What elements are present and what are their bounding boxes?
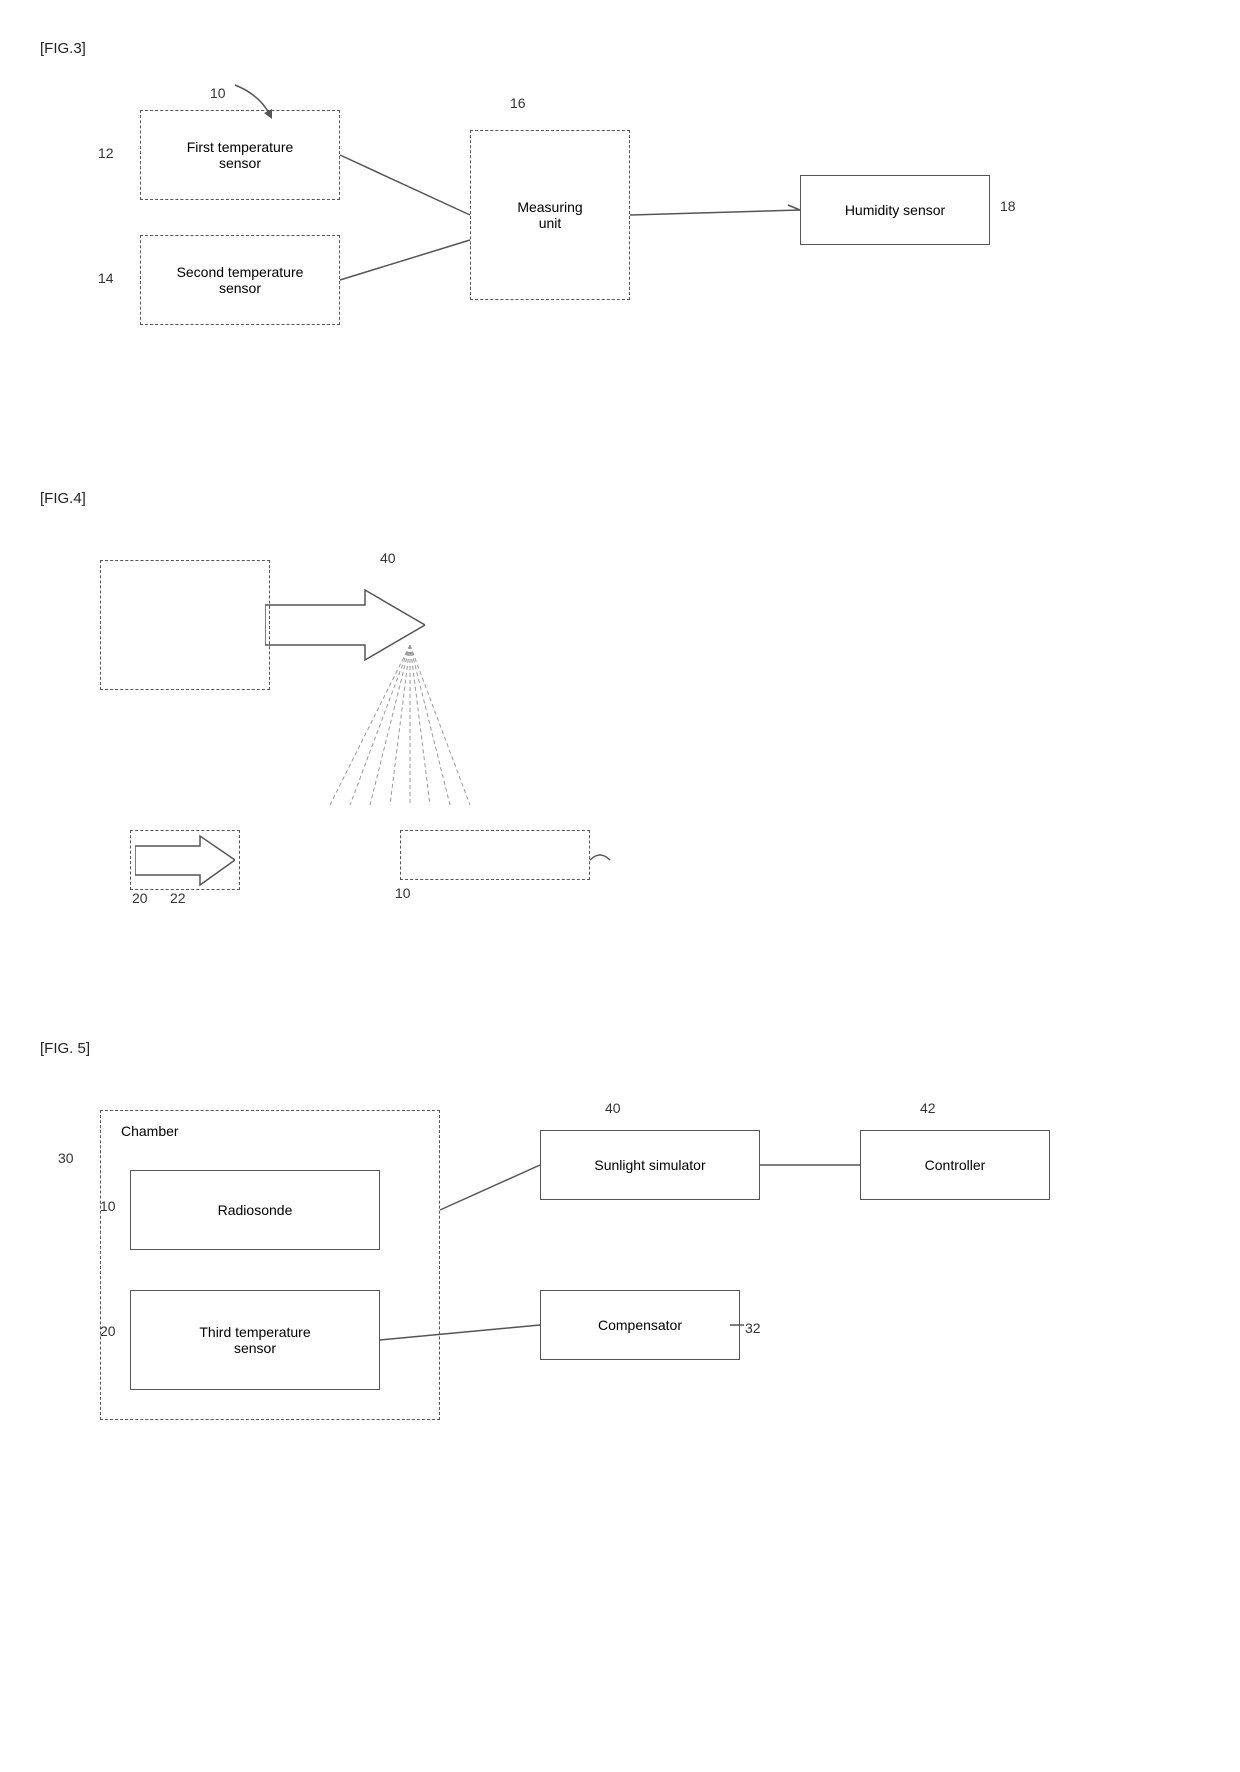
fig5-ref32: 32 [745,1320,761,1336]
controller-box: Controller [860,1130,1050,1200]
radiosonde-box: Radiosonde [130,1170,380,1250]
first-temp-sensor-box: First temperature sensor [140,110,340,200]
compensator-box: Compensator [540,1290,740,1360]
fig4-section: [FIG.4] 40 20 22 10 [40,490,1200,1010]
radiosonde-label: Radiosonde [218,1202,293,1218]
controller-label: Controller [925,1157,986,1173]
fig4-ref10: 10 [395,885,411,901]
fig3-ref12: 12 [98,145,114,161]
fig3-section: [FIG.3] 10 12 First temperature sensor 1… [40,40,1200,470]
sunlight-sim-box: Sunlight simulator [540,1130,760,1200]
humidity-sensor-label: Humidity sensor [845,202,945,218]
fig4-fan-lines [310,645,510,805]
fig5-ref40: 40 [605,1100,621,1116]
fig3-ref14: 14 [98,270,114,286]
fig3-ref16: 16 [510,95,526,111]
compensator-label: Compensator [598,1317,682,1333]
fig5-section: [FIG. 5] 30 Chamber 10 Radiosonde 20 Thi… [40,1040,1200,1740]
fig4-ref40: 40 [380,550,396,566]
fig4-target-box [400,830,590,880]
fig5-ref20: 20 [100,1323,116,1339]
sunlight-sim-label: Sunlight simulator [594,1157,705,1173]
fig4-source-box [100,560,270,690]
fig5-ref30: 30 [58,1150,74,1166]
humidity-sensor-box: Humidity sensor [800,175,990,245]
third-temp-sensor-box: Third temperature sensor [130,1290,380,1390]
fig4-ref20: 20 [132,890,148,906]
third-temp-sensor-label: Third temperature sensor [199,1324,310,1356]
fig4-reflector-box [130,830,240,890]
fig5-ref42: 42 [920,1100,936,1116]
second-temp-sensor-label: Second temperature sensor [177,264,304,296]
first-temp-sensor-label: First temperature sensor [187,139,294,171]
fig5-label: [FIG. 5] [40,1040,90,1057]
measuring-unit-box: Measuring unit [470,130,630,300]
fig5-ref10: 10 [100,1198,116,1214]
fig3-label: [FIG.3] [40,40,86,57]
second-temp-sensor-box: Second temperature sensor [140,235,340,325]
fig3-ref18: 18 [1000,198,1016,214]
fig4-inner-arrow [135,833,235,888]
fig4-tick [585,845,615,875]
fig4-label: [FIG.4] [40,490,86,507]
measuring-unit-label: Measuring unit [517,199,582,231]
chamber-label: Chamber [121,1123,179,1139]
fig4-ref22: 22 [170,890,186,906]
fig3-ref10: 10 [210,85,226,101]
